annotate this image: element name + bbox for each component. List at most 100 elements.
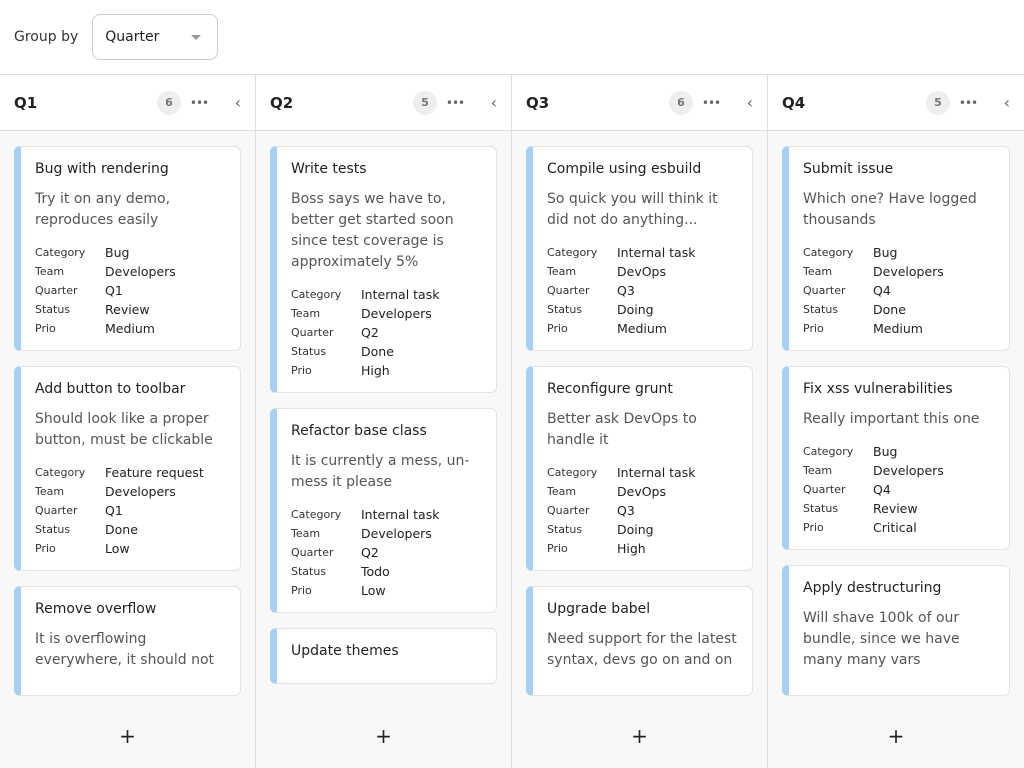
kanban-board: Q16•••‹Bug with renderingTry it on any d… [0, 75, 1024, 768]
field-value: Medium [873, 319, 923, 338]
field-label: Prio [291, 361, 361, 380]
column-header: Q45•••‹ [768, 75, 1024, 131]
field-label: Team [803, 461, 873, 480]
add-card-button[interactable]: + [512, 703, 767, 768]
card-count-badge: 6 [669, 91, 693, 115]
field-value: Q3 [617, 501, 635, 520]
task-card[interactable]: Compile using esbuild So quick you will t… [526, 146, 753, 351]
card-field-row: CategoryInternal task [547, 243, 738, 262]
card-description: So quick you will think it did not do an… [547, 189, 738, 231]
field-value: Developers [105, 262, 176, 281]
card-field-row: CategoryInternal task [291, 505, 482, 524]
field-label: Prio [291, 581, 361, 600]
field-label: Status [291, 562, 361, 581]
field-value: Done [361, 342, 394, 361]
card-title: Submit issue [803, 161, 995, 177]
field-value: Q2 [361, 543, 379, 562]
card-list[interactable]: Bug with renderingTry it on any demo, re… [0, 131, 255, 703]
card-description: Boss says we have to, better get started… [291, 189, 482, 273]
task-card[interactable]: Add button to toolbar Should look like a … [14, 366, 241, 571]
card-description: Need support for the latest syntax, devs… [547, 629, 738, 671]
add-card-button[interactable]: + [256, 703, 511, 768]
field-value: Doing [617, 300, 654, 319]
card-field-row: CategoryInternal task [291, 285, 482, 304]
card-field-row: StatusDone [291, 342, 482, 361]
task-card[interactable]: Reconfigure gruntBetter ask DevOps to ha… [526, 366, 753, 571]
field-label: Category [291, 505, 361, 524]
card-description: Will shave 100k of our bundle, since we … [803, 608, 995, 671]
card-list[interactable]: Submit issueWhich one? Have logged thous… [768, 131, 1024, 703]
card-field-row: TeamDevelopers [291, 524, 482, 543]
card-count-badge: 5 [926, 91, 950, 115]
field-label: Category [803, 442, 873, 461]
task-card[interactable]: Write testsBoss says we have to, better … [270, 146, 497, 393]
column-q4: Q45•••‹Submit issueWhich one? Have logge… [768, 75, 1024, 768]
task-card[interactable]: Update themes [270, 628, 497, 684]
collapse-chevron-icon[interactable]: ‹ [729, 93, 753, 112]
group-by-select[interactable]: Quarter [92, 14, 218, 60]
collapse-chevron-icon[interactable]: ‹ [473, 93, 497, 112]
card-title: Add button to toolbar [35, 381, 226, 397]
field-label: Quarter [35, 281, 105, 300]
card-field-row: StatusReview [35, 300, 226, 319]
task-card[interactable]: Submit issueWhich one? Have logged thous… [782, 146, 1010, 351]
task-card[interactable]: Remove overflowIt is overflowing everywh… [14, 586, 241, 696]
card-field-row: QuarterQ4 [803, 281, 995, 300]
card-field-row: QuarterQ4 [803, 480, 995, 499]
collapse-chevron-icon[interactable]: ‹ [986, 93, 1010, 112]
task-card[interactable]: Bug with renderingTry it on any demo, re… [14, 146, 241, 351]
more-options-icon[interactable]: ••• [181, 96, 217, 110]
field-label: Team [547, 482, 617, 501]
card-field-row: PrioMedium [803, 319, 995, 338]
field-value: High [361, 361, 390, 380]
card-description: Should look like a proper button, must b… [35, 409, 226, 451]
field-label: Team [35, 482, 105, 501]
column-title: Q1 [14, 94, 157, 112]
add-card-button[interactable]: + [0, 703, 255, 768]
card-count-badge: 6 [157, 91, 181, 115]
field-label: Prio [547, 319, 617, 338]
field-value: Internal task [361, 505, 439, 524]
card-list[interactable]: Compile using esbuild So quick you will t… [512, 131, 767, 703]
collapse-chevron-icon[interactable]: ‹ [217, 93, 241, 112]
field-label: Quarter [291, 543, 361, 562]
card-field-row: TeamDevelopers [803, 262, 995, 281]
card-field-row: TeamDevelopers [291, 304, 482, 323]
group-by-value: Quarter [105, 29, 159, 45]
card-field-row: QuarterQ2 [291, 323, 482, 342]
field-label: Category [547, 463, 617, 482]
field-value: Review [873, 499, 918, 518]
column-q3: Q3 6•••‹ Compile using esbuild So quick you… [512, 75, 768, 768]
field-value: Feature request [105, 463, 204, 482]
field-value: Internal task [617, 463, 695, 482]
toolbar: Group by Quarter [0, 0, 1024, 75]
field-label: Category [803, 243, 873, 262]
field-value: Q4 [873, 281, 891, 300]
field-value: Medium [105, 319, 155, 338]
more-options-icon[interactable]: ••• [950, 96, 986, 110]
field-label: Status [547, 300, 617, 319]
card-field-row: QuarterQ1 [35, 281, 226, 300]
more-options-icon[interactable]: ••• [693, 96, 729, 110]
field-label: Team [35, 262, 105, 281]
field-value: Low [361, 581, 386, 600]
field-label: Category [547, 243, 617, 262]
field-label: Category [35, 463, 105, 482]
task-card[interactable]: Refactor base classIt is currently a mes… [270, 408, 497, 613]
field-label: Prio [547, 539, 617, 558]
card-title: Compile using esbuild [547, 161, 738, 177]
card-field-row: QuarterQ3 [547, 281, 738, 300]
card-field-row: QuarterQ2 [291, 543, 482, 562]
task-card[interactable]: Upgrade babelNeed support for the latest… [526, 586, 753, 696]
more-options-icon[interactable]: ••• [437, 96, 473, 110]
card-title: Apply destructuring [803, 580, 995, 596]
field-value: DevOps [617, 262, 666, 281]
field-value: Done [105, 520, 138, 539]
field-value: Developers [105, 482, 176, 501]
task-card[interactable]: Fix xss vulnerabilitiesReally important … [782, 366, 1010, 550]
task-card[interactable]: Apply destructuring Will shave 100k of ou… [782, 565, 1010, 696]
field-value: Q4 [873, 480, 891, 499]
card-field-row: PrioMedium [35, 319, 226, 338]
add-card-button[interactable]: + [768, 703, 1024, 768]
card-list[interactable]: Write testsBoss says we have to, better … [256, 131, 511, 703]
